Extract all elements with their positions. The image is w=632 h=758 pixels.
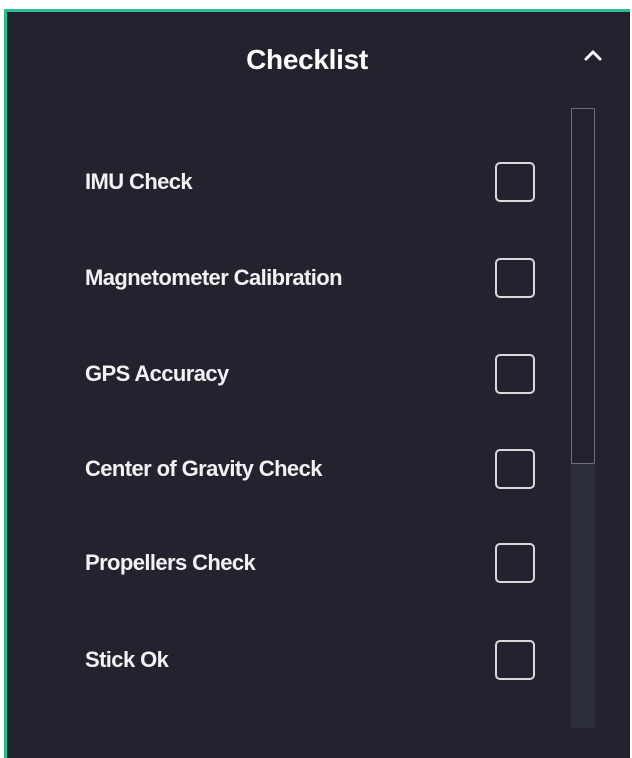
checklist-item-label: GPS Accuracy [85, 361, 229, 386]
scrollbar-thumb[interactable] [571, 108, 595, 464]
panel-title: Checklist [246, 44, 368, 75]
propellers-check-checkbox[interactable] [495, 543, 535, 583]
gps-accuracy-checkbox[interactable] [495, 354, 535, 394]
scrollbar-track[interactable] [571, 108, 595, 728]
checklist-item-label: IMU Check [85, 169, 193, 194]
checklist-item-label: Magnetometer Calibration [85, 265, 343, 290]
checklist-item-imu-check: IMU Check [7, 152, 567, 212]
checklist-item-label: Center of Gravity Check [85, 456, 322, 481]
checklist-item-magnetometer-calibration: Magnetometer Calibration [7, 248, 567, 308]
checklist-item-propellers-check: Propellers Check [7, 533, 567, 593]
center-of-gravity-check-checkbox[interactable] [495, 449, 535, 489]
checklist-panel: Checklist IMU Check Magnetometer Calibra… [4, 9, 630, 758]
collapse-button[interactable] [578, 40, 608, 70]
checklist-item-label: Propellers Check [85, 550, 256, 575]
stick-ok-checkbox[interactable] [495, 640, 535, 680]
imu-check-checkbox[interactable] [495, 162, 535, 202]
checklist-item-label: Stick Ok [85, 647, 169, 672]
checklist-header: Checklist [7, 12, 630, 108]
magnetometer-calibration-checkbox[interactable] [495, 258, 535, 298]
chevron-up-icon [584, 50, 602, 61]
checklist-item-gps-accuracy: GPS Accuracy [7, 344, 567, 404]
checklist-item-stick-ok: Stick Ok [7, 630, 567, 690]
checklist-item-center-of-gravity-check: Center of Gravity Check [7, 439, 567, 499]
